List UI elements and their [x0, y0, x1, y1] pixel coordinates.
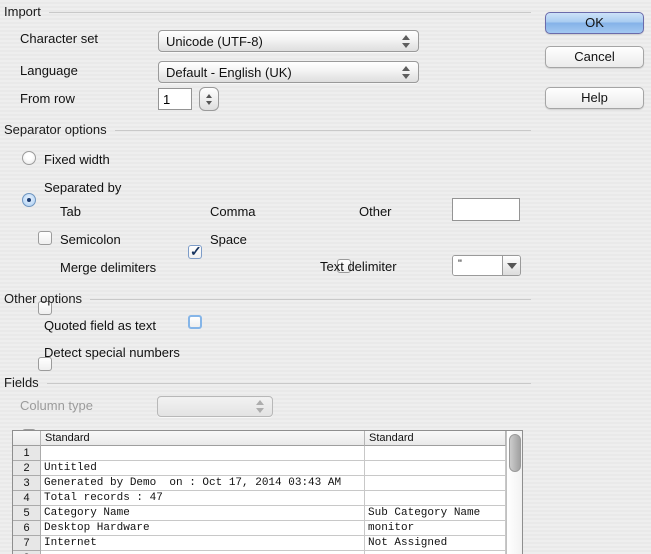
- column-header[interactable]: Standard: [41, 431, 365, 446]
- section-other-options: Other options: [4, 290, 531, 306]
- text-delimiter-combo[interactable]: ": [452, 255, 521, 276]
- fixed-width-radio[interactable]: [22, 151, 36, 165]
- row-number: 3: [13, 476, 41, 491]
- other-separator-input[interactable]: [452, 198, 520, 221]
- section-import: Import: [4, 3, 531, 19]
- from-row-label: From row: [20, 91, 75, 106]
- table-cell: Total records : 47: [41, 491, 365, 506]
- comma-checkbox[interactable]: [188, 243, 202, 260]
- vertical-scrollbar[interactable]: [506, 431, 522, 554]
- table-row[interactable]: 6 Desktop Hardware monitor: [13, 521, 506, 536]
- help-button[interactable]: Help: [545, 87, 644, 109]
- table-row[interactable]: 3 Generated by Demo on : Oct 17, 2014 03:…: [13, 476, 506, 491]
- table-row[interactable]: 7 Internet Not Assigned: [13, 536, 506, 551]
- section-divider: [90, 298, 531, 300]
- section-fields: Fields: [4, 374, 531, 390]
- comma-label: Comma: [210, 204, 256, 219]
- row-number: 5: [13, 506, 41, 521]
- step-up-icon: [206, 93, 212, 98]
- cancel-button[interactable]: Cancel: [545, 46, 644, 68]
- chevron-up-down-icon: [256, 400, 264, 413]
- column-type-dropdown: [157, 396, 273, 417]
- text-delimiter-value: ": [453, 256, 503, 275]
- section-fields-title: Fields: [4, 374, 39, 390]
- text-import-dialog: Import Character set Unicode (UTF-8) Lan…: [0, 0, 651, 554]
- fixed-width-label: Fixed width: [44, 152, 110, 167]
- chevron-down-icon: [506, 262, 517, 269]
- table-cell: Desktop Hardware: [41, 521, 365, 536]
- row-number: 2: [13, 461, 41, 476]
- section-import-title: Import: [4, 3, 41, 19]
- chevron-up-down-icon: [402, 65, 410, 79]
- separated-by-label: Separated by: [44, 180, 122, 195]
- table-cell: Category Name: [41, 506, 365, 521]
- character-set-label: Character set: [20, 31, 99, 46]
- row-number: 1: [13, 446, 41, 461]
- preview-table[interactable]: Standard Standard 1 2 Untitled 3 Generated b…: [12, 430, 523, 554]
- preview-table-grid: Standard Standard 1 2 Untitled 3 Generated b…: [13, 431, 506, 554]
- scrollbar-thumb[interactable]: [509, 434, 521, 472]
- separated-by-radio[interactable]: [22, 193, 36, 207]
- table-cell: [365, 446, 506, 461]
- from-row-input[interactable]: [158, 88, 192, 110]
- section-separator-title: Separator options: [4, 121, 107, 137]
- table-cell: [41, 446, 365, 461]
- language-dropdown[interactable]: Default - English (UK): [158, 61, 419, 83]
- section-divider: [48, 11, 531, 13]
- table-cell: Internet: [41, 536, 365, 551]
- table-row[interactable]: 5 Category Name Sub Category Name: [13, 506, 506, 521]
- row-number: 4: [13, 491, 41, 506]
- row-number: 6: [13, 521, 41, 536]
- tab-label: Tab: [60, 204, 81, 219]
- table-cell: monitor: [365, 521, 506, 536]
- table-header-row: Standard Standard: [13, 431, 506, 446]
- other-label: Other: [359, 204, 392, 219]
- text-delimiter-label: Text delimiter: [320, 259, 397, 274]
- detect-special-numbers-label: Detect special numbers: [44, 345, 180, 360]
- step-down-icon: [206, 100, 212, 105]
- table-cell: Generated by Demo on : Oct 17, 2014 03:4…: [41, 476, 365, 491]
- merge-delimiters-label: Merge delimiters: [60, 260, 157, 275]
- table-cell: [365, 476, 506, 491]
- section-other-options-title: Other options: [4, 290, 83, 306]
- table-cell: Not Assigned: [365, 536, 506, 551]
- preview-table-rows: 1 2 Untitled 3 Generated by Demo on : Oct 17…: [13, 446, 506, 554]
- table-row[interactable]: 1: [13, 446, 506, 461]
- row-number-header: [13, 431, 41, 446]
- section-separator-options: Separator options: [4, 121, 531, 137]
- table-cell: [365, 491, 506, 506]
- table-cell: [365, 461, 506, 476]
- table-cell: Untitled: [41, 461, 365, 476]
- space-label: Space: [210, 232, 247, 247]
- character-set-dropdown[interactable]: Unicode (UTF-8): [158, 30, 419, 52]
- space-checkbox[interactable]: [188, 315, 202, 329]
- table-row[interactable]: 2 Untitled: [13, 461, 506, 476]
- language-label: Language: [20, 63, 78, 78]
- table-row[interactable]: 4 Total records : 47: [13, 491, 506, 506]
- quoted-field-as-text-label: Quoted field as text: [44, 318, 157, 333]
- semicolon-label: Semicolon: [60, 232, 121, 247]
- chevron-up-down-icon: [402, 34, 410, 48]
- row-number: 7: [13, 536, 41, 551]
- section-divider: [46, 382, 531, 384]
- character-set-value: Unicode (UTF-8): [166, 33, 263, 49]
- dropdown-arrow-button[interactable]: [502, 256, 520, 275]
- column-header[interactable]: Standard: [365, 431, 506, 446]
- column-type-label: Column type: [20, 398, 93, 413]
- language-value: Default - English (UK): [166, 64, 292, 80]
- ok-button[interactable]: OK: [545, 12, 644, 34]
- tab-checkbox[interactable]: [38, 231, 52, 245]
- section-divider: [114, 129, 531, 131]
- from-row-stepper[interactable]: [199, 87, 219, 111]
- table-cell: Sub Category Name: [365, 506, 506, 521]
